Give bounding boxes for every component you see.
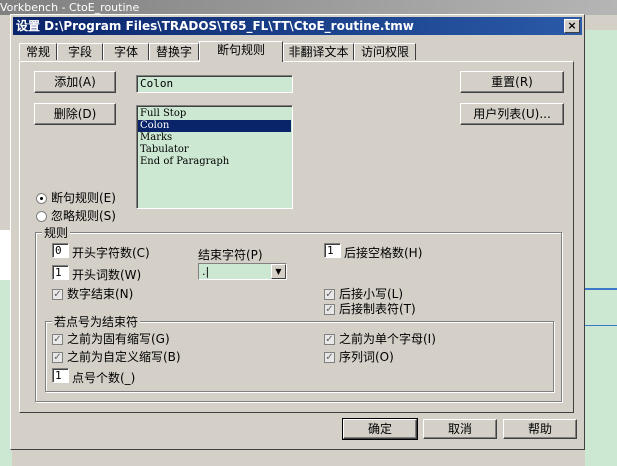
tab-fields[interactable]: 字段 bbox=[57, 43, 103, 60]
followed-tab-checkbox[interactable]: ✓ 后接制表符(T) bbox=[324, 300, 416, 317]
numeric-end-checkbox[interactable]: ✓ 数字结束(N) bbox=[52, 285, 133, 302]
checkbox-checked-icon: ✓ bbox=[324, 352, 335, 363]
single-letter-checkbox[interactable]: ✓ 之前为单个字母(I) bbox=[324, 330, 436, 347]
ignore-rule-radio[interactable]: 忽略规则(S) bbox=[36, 207, 116, 224]
ordinal-label: 序列词(O) bbox=[339, 350, 394, 364]
segment-rule-radio[interactable]: 断句规则(E) bbox=[36, 189, 116, 206]
settings-dialog: 设置 D:\Program Files\TRADOS\T65_FL\TT\Cto… bbox=[10, 14, 585, 450]
radio-unselected-icon bbox=[36, 211, 47, 222]
custom-abbr-label: 之前为自定义缩写(B) bbox=[67, 350, 181, 364]
followed-lowercase-label: 后接小写(L) bbox=[339, 287, 404, 301]
tab-non-translatable[interactable]: 非翻译文本 bbox=[283, 43, 354, 60]
lead-chars-label: 开头字符数(C) bbox=[72, 246, 150, 260]
end-char-value: .| bbox=[202, 265, 210, 278]
reset-button[interactable]: 重置(R) bbox=[460, 71, 564, 93]
add-button[interactable]: 添加(A) bbox=[34, 71, 116, 93]
rule-list-item-marks[interactable]: Marks bbox=[138, 132, 291, 144]
help-button[interactable]: 帮助 bbox=[503, 419, 577, 439]
ok-button[interactable]: 确定 bbox=[342, 418, 418, 440]
radio-selected-icon bbox=[36, 193, 47, 204]
background-divider bbox=[585, 288, 617, 290]
segment-rule-label: 断句规则(E) bbox=[51, 191, 116, 205]
close-button[interactable]: × bbox=[564, 19, 580, 33]
dot-count-label: 点号个数(_) bbox=[72, 371, 136, 385]
lead-chars-input[interactable]: 0 bbox=[52, 243, 69, 258]
tab-access-rights[interactable]: 访问权限 bbox=[354, 43, 416, 60]
dot-count-input[interactable]: 1 bbox=[52, 368, 69, 383]
ordinal-checkbox[interactable]: ✓ 序列词(O) bbox=[324, 348, 394, 365]
checkbox-checked-icon: ✓ bbox=[52, 334, 63, 345]
checkbox-checked-icon: ✓ bbox=[324, 334, 335, 345]
checkbox-checked-icon: ✓ bbox=[324, 289, 335, 300]
lead-words-input[interactable]: 1 bbox=[52, 265, 69, 280]
rule-list[interactable]: Full Stop Colon Marks Tabulator End of P… bbox=[136, 105, 293, 209]
background-window-title: Vorkbench - CtoE_routine bbox=[0, 0, 617, 15]
rule-list-item-tabulator[interactable]: Tabulator bbox=[138, 144, 291, 156]
single-letter-label: 之前为单个字母(I) bbox=[339, 332, 436, 346]
rule-name-field[interactable]: Colon bbox=[136, 75, 293, 93]
segmentation-rules-panel: 添加(A) 删除(D) 重置(R) 用户列表(U)... Colon Full … bbox=[19, 61, 574, 413]
dialog-title: 设置 D:\Program Files\TRADOS\T65_FL\TT\Cto… bbox=[16, 19, 414, 33]
checkbox-checked-icon: ✓ bbox=[324, 304, 335, 315]
delete-button[interactable]: 删除(D) bbox=[34, 103, 116, 125]
rule-list-item-full-stop[interactable]: Full Stop bbox=[138, 108, 291, 120]
period-end-group-label: 若点号为结束符 bbox=[52, 313, 141, 330]
end-char-label: 结束字符(P) bbox=[198, 248, 263, 262]
lead-words-label: 开头词数(W) bbox=[72, 268, 142, 282]
followed-tab-label: 后接制表符(T) bbox=[339, 302, 416, 316]
chevron-down-icon[interactable]: ▼ bbox=[271, 264, 286, 279]
trailing-spaces-label: 后接空格数(H) bbox=[344, 246, 423, 260]
background-divider bbox=[585, 325, 617, 326]
cancel-button[interactable]: 取消 bbox=[423, 419, 497, 439]
tab-substitution[interactable]: 替换字 bbox=[149, 43, 199, 60]
numeric-end-label: 数字结束(N) bbox=[67, 287, 134, 301]
proper-abbr-checkbox[interactable]: ✓ 之前为固有缩写(G) bbox=[52, 330, 170, 347]
end-char-select[interactable]: .| ▼ bbox=[198, 263, 287, 280]
rules-group-label: 规则 bbox=[42, 224, 71, 241]
close-icon: × bbox=[567, 19, 577, 32]
tab-general[interactable]: 常规 bbox=[19, 43, 57, 60]
checkbox-checked-icon: ✓ bbox=[52, 289, 63, 300]
rule-list-item-colon[interactable]: Colon bbox=[138, 120, 291, 132]
background-panel bbox=[585, 30, 617, 466]
tab-fonts[interactable]: 字体 bbox=[103, 43, 149, 60]
dialog-titlebar: 设置 D:\Program Files\TRADOS\T65_FL\TT\Cto… bbox=[13, 17, 582, 35]
user-list-button[interactable]: 用户列表(U)... bbox=[460, 103, 564, 125]
tab-segmentation-rules[interactable]: 断句规则 bbox=[199, 41, 283, 62]
proper-abbr-label: 之前为固有缩写(G) bbox=[67, 332, 170, 346]
trailing-spaces-input[interactable]: 1 bbox=[324, 243, 341, 258]
ignore-rule-label: 忽略规则(S) bbox=[51, 209, 116, 223]
checkbox-checked-icon: ✓ bbox=[52, 352, 63, 363]
rule-list-item-end-of-paragraph[interactable]: End of Paragraph bbox=[138, 156, 291, 168]
custom-abbr-checkbox[interactable]: ✓ 之前为自定义缩写(B) bbox=[52, 348, 181, 365]
